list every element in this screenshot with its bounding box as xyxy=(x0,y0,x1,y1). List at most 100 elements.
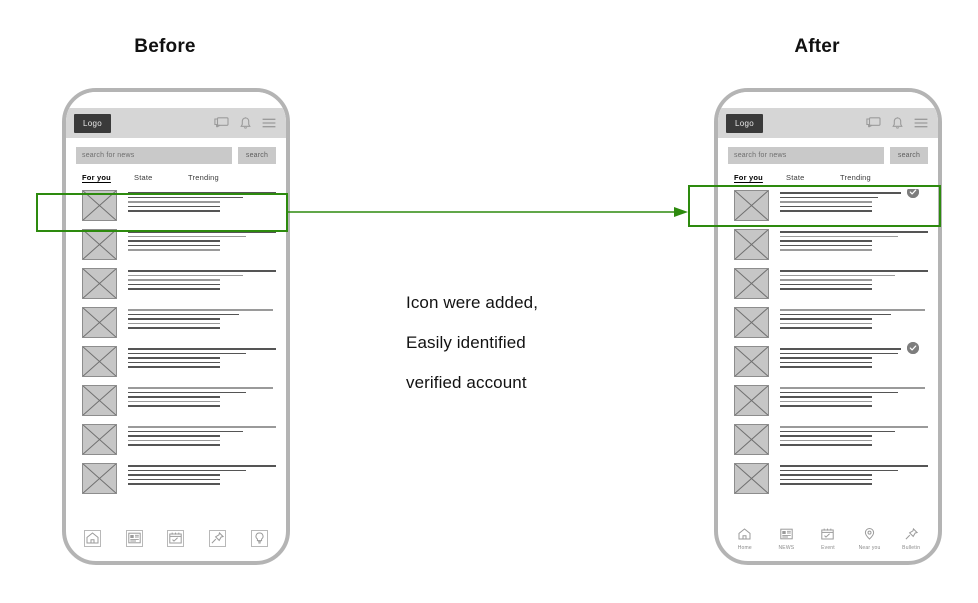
article-text-lines xyxy=(128,268,276,290)
text-line xyxy=(128,244,220,246)
article-thumbnail-placeholder-icon xyxy=(734,385,769,416)
feed-item[interactable] xyxy=(66,229,286,268)
article-text-lines xyxy=(780,463,928,485)
feed-item[interactable] xyxy=(718,342,938,385)
text-line xyxy=(128,274,244,276)
chat-bubbles-icon[interactable] xyxy=(866,117,881,129)
tab-for-you[interactable]: For you xyxy=(734,173,786,182)
bell-icon[interactable] xyxy=(240,116,251,130)
nav-item-label: Event xyxy=(821,544,835,551)
text-line xyxy=(780,283,872,285)
article-text-lines xyxy=(780,342,928,368)
text-line xyxy=(128,235,247,237)
home-icon xyxy=(84,529,102,547)
tab-for-you[interactable]: For you xyxy=(82,173,134,182)
news-feed-before[interactable] xyxy=(66,189,286,521)
text-line xyxy=(780,366,872,368)
tab-state[interactable]: State xyxy=(134,173,188,182)
feed-item[interactable] xyxy=(718,385,938,424)
nav-item-bulb[interactable] xyxy=(239,529,279,547)
calendar-icon xyxy=(819,526,836,543)
text-line xyxy=(780,435,872,437)
text-line xyxy=(780,231,928,233)
chat-bubbles-icon[interactable] xyxy=(214,117,229,129)
verified-account-badge-icon[interactable] xyxy=(907,342,920,354)
logo: Logo xyxy=(726,113,763,133)
feed-item[interactable] xyxy=(718,307,938,346)
text-line xyxy=(780,361,872,363)
feed-item[interactable] xyxy=(718,229,938,268)
highlight-box-before xyxy=(36,193,288,232)
hamburger-menu-icon[interactable] xyxy=(262,118,276,128)
nav-item-pin[interactable]: Bulletin xyxy=(891,526,931,551)
text-line xyxy=(780,244,872,246)
nav-item-calendar[interactable] xyxy=(156,529,196,547)
search-button[interactable]: search xyxy=(238,147,276,164)
tab-trending[interactable]: Trending xyxy=(188,173,219,182)
nav-item-calendar[interactable]: Event xyxy=(808,526,848,551)
text-line xyxy=(780,391,899,393)
text-line xyxy=(128,352,247,354)
news-feed-after[interactable] xyxy=(718,189,938,521)
tab-state[interactable]: State xyxy=(786,173,840,182)
feed-item[interactable] xyxy=(66,307,286,346)
text-line xyxy=(780,318,872,320)
highlight-box-after xyxy=(688,185,941,227)
text-line xyxy=(128,366,220,368)
app-header: Logo xyxy=(718,108,938,138)
feed-item[interactable] xyxy=(66,346,286,385)
nav-item-pin[interactable] xyxy=(198,529,238,547)
feed-item[interactable] xyxy=(718,463,938,502)
article-text-lines xyxy=(128,385,276,407)
comparison-arrow xyxy=(288,207,688,217)
feed-item[interactable] xyxy=(66,385,286,424)
bell-icon[interactable] xyxy=(892,116,903,130)
article-thumbnail-placeholder-icon xyxy=(82,385,117,416)
text-line xyxy=(128,396,220,398)
text-line xyxy=(128,322,220,324)
text-line xyxy=(128,469,247,471)
feed-item[interactable] xyxy=(66,424,286,463)
text-line xyxy=(128,430,244,432)
newspaper-icon xyxy=(125,529,143,547)
text-line xyxy=(780,309,926,311)
comparison-stage: Before After Logo search for news search… xyxy=(0,0,978,603)
nav-item-newspaper[interactable]: NEWS xyxy=(766,526,806,551)
text-line xyxy=(780,327,872,329)
tab-trending[interactable]: Trending xyxy=(840,173,871,182)
nav-item-home[interactable] xyxy=(73,529,113,547)
nav-item-home[interactable]: Home xyxy=(725,526,765,551)
text-line xyxy=(128,270,276,272)
before-title: Before xyxy=(134,36,196,57)
text-line xyxy=(780,474,872,476)
text-line xyxy=(780,483,872,485)
article-thumbnail-placeholder-icon xyxy=(734,307,769,338)
feed-item[interactable] xyxy=(718,424,938,463)
article-text-lines xyxy=(780,424,928,446)
feed-tabs: For you State Trending xyxy=(66,164,286,189)
nav-item-label: Bulletin xyxy=(902,544,921,551)
text-line xyxy=(128,279,220,281)
article-thumbnail-placeholder-icon xyxy=(82,229,117,260)
nav-item-label: Home xyxy=(737,544,752,551)
text-line xyxy=(780,270,928,272)
search-input[interactable]: search for news xyxy=(728,147,884,164)
text-line xyxy=(128,288,220,290)
search-input[interactable]: search for news xyxy=(76,147,232,164)
feed-item[interactable] xyxy=(66,463,286,502)
nav-item-newspaper[interactable] xyxy=(114,529,154,547)
text-line xyxy=(780,274,896,276)
feed-item[interactable] xyxy=(718,268,938,307)
hamburger-menu-icon[interactable] xyxy=(914,118,928,128)
search-button[interactable]: search xyxy=(890,147,928,164)
text-line xyxy=(780,444,872,446)
location-pin-icon xyxy=(861,526,878,543)
text-line xyxy=(128,240,220,242)
bottom-navigation-before xyxy=(66,521,286,561)
article-text-lines xyxy=(128,346,276,368)
text-line xyxy=(780,465,928,467)
nav-item-location-pin[interactable]: Near you xyxy=(850,526,890,551)
feed-item[interactable] xyxy=(66,268,286,307)
text-line xyxy=(780,426,928,428)
article-text-lines xyxy=(128,463,276,485)
